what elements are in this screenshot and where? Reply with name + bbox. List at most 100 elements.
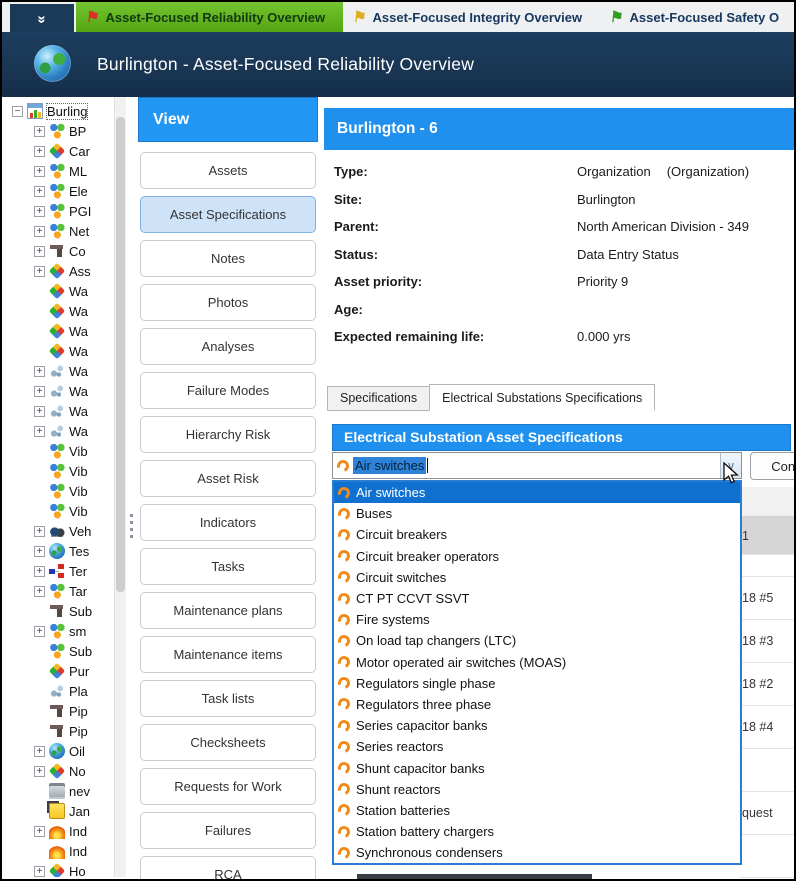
tree-item[interactable]: + Oil [34,741,114,761]
tree-expander-icon[interactable]: + [34,266,45,277]
tree-item[interactable]: − Burling [12,101,114,121]
tree-expander-icon[interactable]: + [34,386,45,397]
tree-expander-icon[interactable]: + [34,526,45,537]
tree-item[interactable]: + PGI [34,201,114,221]
tree-expander-icon[interactable] [34,726,45,737]
tree-expander-icon[interactable] [34,646,45,657]
tree-item[interactable]: Pip [34,721,114,741]
tree-item[interactable]: + sm [34,621,114,641]
view-nav-button[interactable]: Asset Risk [140,460,316,497]
dropdown-item[interactable]: Circuit breakers [334,524,740,545]
dropdown-item[interactable]: Motor operated air switches (MOAS) [334,652,740,673]
tree-item[interactable]: Sub [34,641,114,661]
tree-item[interactable]: + Tes [34,541,114,561]
tree-expander-icon[interactable] [34,486,45,497]
table-row[interactable] [740,555,796,577]
tree-expander-icon[interactable]: + [34,586,45,597]
tree-expander-icon[interactable]: + [34,826,45,837]
tree-expander-icon[interactable] [34,346,45,357]
tree-expander-icon[interactable]: + [34,226,45,237]
overview-tab[interactable]: ⚑ Asset-Focused Safety O [600,2,796,32]
combobox-dropdown-button[interactable]: ∨ [720,453,741,478]
dropdown-item[interactable]: Air switches [334,482,740,503]
dropdown-item[interactable]: Synchronous condensers [334,842,740,863]
spec-tab[interactable]: Specifications [327,386,430,411]
tree-expander-icon[interactable]: + [34,866,45,877]
dropdown-item[interactable]: Regulators three phase [334,694,740,715]
view-nav-button[interactable]: Indicators [140,504,316,541]
dropdown-item[interactable]: Buses [334,503,740,524]
tree-item[interactable]: Pip [34,701,114,721]
dropdown-item[interactable]: Shunt capacitor banks [334,757,740,778]
dropdown-item[interactable]: Shunt reactors [334,779,740,800]
tree-expander-icon[interactable] [34,326,45,337]
tree-item[interactable]: + Ter [34,561,114,581]
tree-item[interactable]: + Wa [34,401,114,421]
tree-expander-icon[interactable]: + [34,366,45,377]
view-nav-button[interactable]: Failure Modes [140,372,316,409]
table-row[interactable]: 18 #5 [740,577,796,620]
splitter-grip[interactable] [130,514,133,538]
tree-expander-icon[interactable] [34,306,45,317]
view-nav-button[interactable]: Maintenance items [140,636,316,673]
tree-item[interactable]: + BP [34,121,114,141]
tree-expander-icon[interactable] [34,786,45,797]
view-nav-button[interactable]: Checksheets [140,724,316,761]
tree-item[interactable]: Wa [34,301,114,321]
spec-type-combobox[interactable]: Air switches ∨ [332,452,742,479]
table-row[interactable]: 18 #2 [740,663,796,706]
tree-item[interactable]: + Car [34,141,114,161]
tree-expander-icon[interactable]: + [34,166,45,177]
tree-expander-icon[interactable] [34,686,45,697]
tree-expander-icon[interactable]: − [12,106,23,117]
tree-expander-icon[interactable]: + [34,626,45,637]
tree-item[interactable]: + Ass [34,261,114,281]
tree-item[interactable]: + ML [34,161,114,181]
tree-scrollbar-thumb[interactable] [116,117,125,592]
tree-expander-icon[interactable]: + [34,206,45,217]
table-row[interactable]: 1 [740,517,796,555]
tree-item[interactable]: nev [34,781,114,801]
tree-item[interactable]: + Wa [34,381,114,401]
tree-item[interactable]: + Veh [34,521,114,541]
tree-expander-icon[interactable]: + [34,246,45,257]
dropdown-item[interactable]: Station batteries [334,800,740,821]
tree-expander-icon[interactable] [34,846,45,857]
tree-item[interactable]: Wa [34,341,114,361]
view-nav-button[interactable]: Notes [140,240,316,277]
configure-button[interactable]: Cont [750,452,796,480]
tree-expander-icon[interactable]: + [34,746,45,757]
tree-item[interactable]: Vib [34,481,114,501]
table-row[interactable]: 18 #3 [740,620,796,663]
collapse-panel-button[interactable]: » [10,4,74,32]
tree-expander-icon[interactable] [34,606,45,617]
tree-item[interactable]: Sub [34,601,114,621]
dropdown-item[interactable]: Circuit breaker operators [334,546,740,567]
overview-tab[interactable]: ⚑ Asset-Focused Integrity Overview [343,2,600,32]
tree-item[interactable]: Vib [34,441,114,461]
tree-expander-icon[interactable]: + [34,426,45,437]
tree-expander-icon[interactable]: + [34,126,45,137]
view-nav-button[interactable]: Assets [140,152,316,189]
view-nav-button[interactable]: Photos [140,284,316,321]
tree-expander-icon[interactable] [34,286,45,297]
tree-item[interactable]: Vib [34,501,114,521]
table-row[interactable]: 18 #4 [740,706,796,749]
dropdown-item[interactable]: On load tap changers (LTC) [334,630,740,651]
dropdown-item[interactable]: Station battery chargers [334,821,740,842]
tree-expander-icon[interactable]: + [34,186,45,197]
tree-item[interactable]: + Co [34,241,114,261]
tree-item[interactable]: + Net [34,221,114,241]
overview-tab[interactable]: ⚑ Asset-Focused Reliability Overview [76,2,343,32]
dropdown-item[interactable]: Circuit switches [334,567,740,588]
dropdown-item[interactable]: CT PT CCVT SSVT [334,588,740,609]
tree-expander-icon[interactable] [34,706,45,717]
tree-expander-icon[interactable]: + [34,566,45,577]
tree-item[interactable]: Wa [34,281,114,301]
table-row[interactable] [740,487,796,517]
view-nav-button[interactable]: RCA [140,856,316,881]
tree-expander-icon[interactable]: + [34,406,45,417]
tree-item[interactable]: + Tar [34,581,114,601]
tree-item[interactable]: + Wa [34,361,114,381]
tree-item[interactable]: + Ele [34,181,114,201]
